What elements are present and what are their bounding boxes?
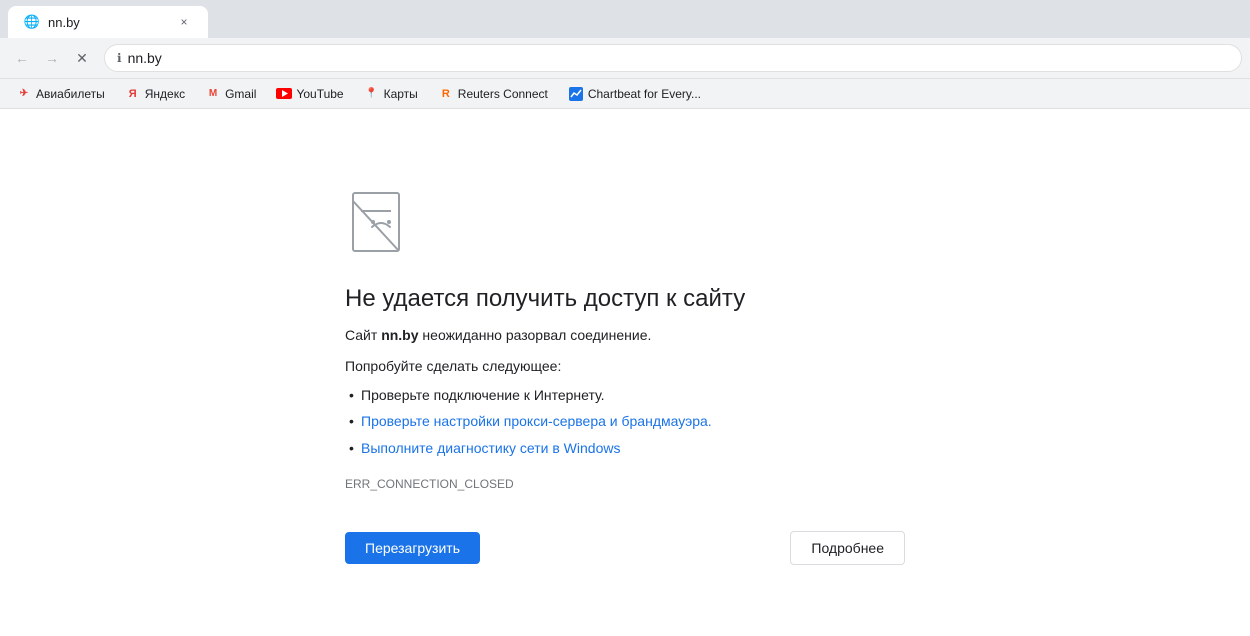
bookmark-youtube[interactable]: YouTube [268, 84, 351, 104]
error-buttons: Перезагрузить Подробнее [345, 531, 905, 565]
chartbeat-favicon [568, 86, 584, 102]
bookmark-maps[interactable]: 📍 Карты [356, 84, 426, 104]
tab-close-button[interactable]: × [176, 14, 192, 30]
reload-page-button[interactable]: Перезагрузить [345, 532, 480, 564]
yandex-favicon: Я [125, 86, 141, 102]
bookmark-gmail-label: Gmail [225, 87, 256, 101]
bookmarks-bar: ✈ Авиабилеты Я Яндекс M Gmail YouTube 📍 … [0, 78, 1250, 108]
suggestion-2: Проверьте настройки прокси-сервера и бра… [345, 408, 905, 434]
bookmark-gmail[interactable]: M Gmail [197, 84, 264, 104]
suggestion-2-link[interactable]: Проверьте настройки прокси-сервера и бра… [361, 413, 712, 429]
tab-favicon: 🌐 [24, 14, 40, 30]
avia-favicon: ✈ [16, 86, 32, 102]
error-site-name: nn.by [381, 327, 418, 343]
browser-chrome: 🌐 nn.by × ← → ✕ ℹ nn.by ✈ Авиабилеты Я Я… [0, 0, 1250, 109]
tab-title: nn.by [48, 15, 168, 30]
address-bar-row: ← → ✕ ℹ nn.by [0, 38, 1250, 78]
address-favicon: ℹ [117, 51, 122, 65]
bookmark-maps-label: Карты [384, 87, 418, 101]
address-text: nn.by [128, 50, 162, 66]
gmail-favicon: M [205, 86, 221, 102]
error-suggestions-title: Попробуйте сделать следующее: [345, 358, 905, 374]
bookmark-youtube-label: YouTube [296, 87, 343, 101]
youtube-favicon [276, 86, 292, 102]
error-title: Не удается получить доступ к сайту [345, 285, 905, 313]
bookmark-avia-label: Авиабилеты [36, 87, 105, 101]
error-icon [345, 189, 417, 261]
error-suggestions-list: Проверьте подключение к Интернету. Прове… [345, 382, 905, 461]
bookmark-reuters-label: Reuters Connect [458, 87, 548, 101]
suggestion-1: Проверьте подключение к Интернету. [345, 382, 905, 408]
active-tab[interactable]: 🌐 nn.by × [8, 6, 208, 38]
reuters-favicon: R [438, 86, 454, 102]
details-button[interactable]: Подробнее [790, 531, 905, 565]
suggestion-3: Выполните диагностику сети в Windows [345, 435, 905, 461]
bookmark-reuters[interactable]: R Reuters Connect [430, 84, 556, 104]
error-subtitle: Сайт nn.by неожиданно разорвал соединени… [345, 325, 905, 346]
bookmark-avia[interactable]: ✈ Авиабилеты [8, 84, 113, 104]
error-subtitle-prefix: Сайт [345, 327, 381, 343]
page-content: Не удается получить доступ к сайту Сайт … [0, 109, 1250, 636]
suggestion-1-text: Проверьте подключение к Интернету. [361, 387, 605, 403]
bookmark-chartbeat-label: Chartbeat for Every... [588, 87, 701, 101]
suggestion-3-link[interactable]: Выполните диагностику сети в Windows [361, 440, 620, 456]
maps-favicon: 📍 [364, 86, 380, 102]
error-code: ERR_CONNECTION_CLOSED [345, 477, 905, 491]
nav-buttons: ← → ✕ [8, 44, 96, 72]
bookmark-yandex-label: Яндекс [145, 87, 185, 101]
reload-button[interactable]: ✕ [68, 44, 96, 72]
error-subtitle-suffix: неожиданно разорвал соединение. [419, 327, 652, 343]
address-bar[interactable]: ℹ nn.by [104, 44, 1242, 72]
forward-button[interactable]: → [38, 44, 66, 72]
back-button[interactable]: ← [8, 44, 36, 72]
tab-bar: 🌐 nn.by × [0, 0, 1250, 38]
bookmark-chartbeat[interactable]: Chartbeat for Every... [560, 84, 709, 104]
error-container: Не удается получить доступ к сайту Сайт … [325, 189, 925, 636]
bookmark-yandex[interactable]: Я Яндекс [117, 84, 193, 104]
